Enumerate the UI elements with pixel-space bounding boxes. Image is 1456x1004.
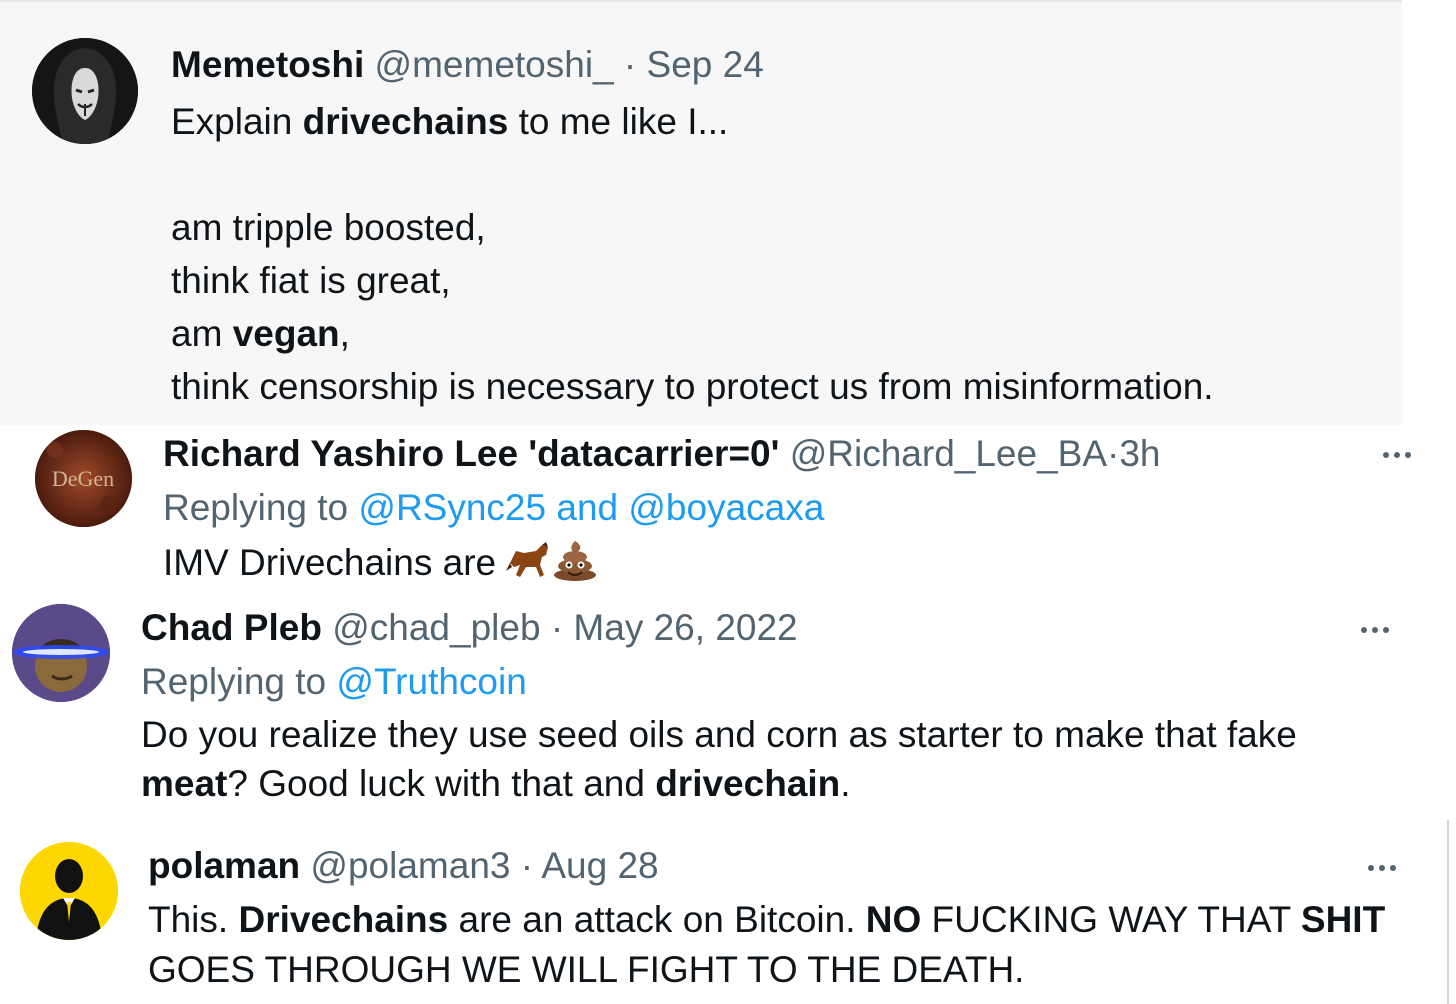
tweet-text-line: IMV Drivechains are [163,539,598,591]
tweet-text-line: GOES THROUGH WE WILL FIGHT TO THE DEATH. [148,949,1025,990]
suit-silhouette-avatar-icon[interactable] [20,842,118,940]
tweet-text-line: Do you realize they use seed oils and co… [141,714,1297,755]
author-name[interactable]: Richard Yashiro Lee 'datacarrier=0' [163,433,779,474]
tweet-richard-lee[interactable]: DeGen Richard Yashiro Lee 'datacarrier=0… [0,425,1456,590]
replying-to: Replying to @RSync25 and @boyacaxa [163,486,824,530]
author-name[interactable]: Memetoshi [171,44,364,85]
more-options-icon[interactable] [1361,625,1389,635]
tweet-header: Memetoshi @memetoshi_ · Sep 24 [171,43,764,87]
timestamp[interactable]: Aug 28 [541,845,658,886]
author-handle[interactable]: @Richard_Lee_BA [790,433,1107,474]
tweet-header: Chad Pleb @chad_pleb · May 26, 2022 [141,606,798,650]
tweet-memetoshi[interactable]: Memetoshi @memetoshi_ · Sep 24 Explain d… [0,0,1402,425]
more-options-icon[interactable] [1368,863,1396,873]
timestamp[interactable]: Sep 24 [647,44,764,85]
tweet-polaman[interactable]: polaman @polaman3 · Aug 28 This. Drivech… [0,838,1456,1004]
laser-eyes-avatar-icon[interactable] [12,604,110,702]
timestamp[interactable]: 3h [1119,433,1160,474]
tweet-text-line: think censorship is necessary to protect… [171,366,1214,407]
tweet-header: Richard Yashiro Lee 'datacarrier=0' @Ric… [163,432,1161,476]
separator: · [1107,433,1120,474]
tweet-header: polaman @polaman3 · Aug 28 [148,844,659,888]
author-name[interactable]: polaman [148,845,300,886]
replying-to-label: Replying to [141,661,337,702]
tweet-text-line: This. Drivechains are an attack on Bitco… [148,899,1386,940]
author-handle[interactable]: @memetoshi_ [375,44,614,85]
more-options-icon[interactable] [1383,450,1411,460]
hooded-mask-avatar-icon[interactable] [32,38,138,144]
tweet-chad-pleb[interactable]: Chad Pleb @chad_pleb · May 26, 2022 Repl… [0,600,1456,815]
scrollbar-edge [1447,820,1449,1004]
author-handle[interactable]: @chad_pleb [332,607,540,648]
degen-avatar-icon[interactable]: DeGen [35,430,132,527]
separator: · [550,607,564,648]
avatar-text: DeGen [52,466,114,491]
separator: · [623,44,637,85]
tweet-text-line: think fiat is great, [171,260,451,301]
horse-emoji-icon [506,541,552,591]
author-name[interactable]: Chad Pleb [141,607,322,648]
author-handle[interactable]: @polaman3 [310,845,510,886]
poop-emoji-icon [552,539,598,591]
replying-to-label: Replying to [163,487,359,528]
separator: · [520,845,534,886]
tweet-text-line: Explain drivechains to me like I... [171,101,729,142]
tweet-text-line: am vegan, [171,313,350,354]
reply-target-links[interactable]: @Truthcoin [336,661,526,702]
replying-to: Replying to @Truthcoin [141,660,527,704]
reply-target-links[interactable]: @RSync25 and @boyacaxa [358,487,824,528]
tweet-text-line: am tripple boosted, [171,207,486,248]
tweet-text-line: meat? Good luck with that and drivechain… [141,763,851,804]
timestamp[interactable]: May 26, 2022 [573,607,797,648]
